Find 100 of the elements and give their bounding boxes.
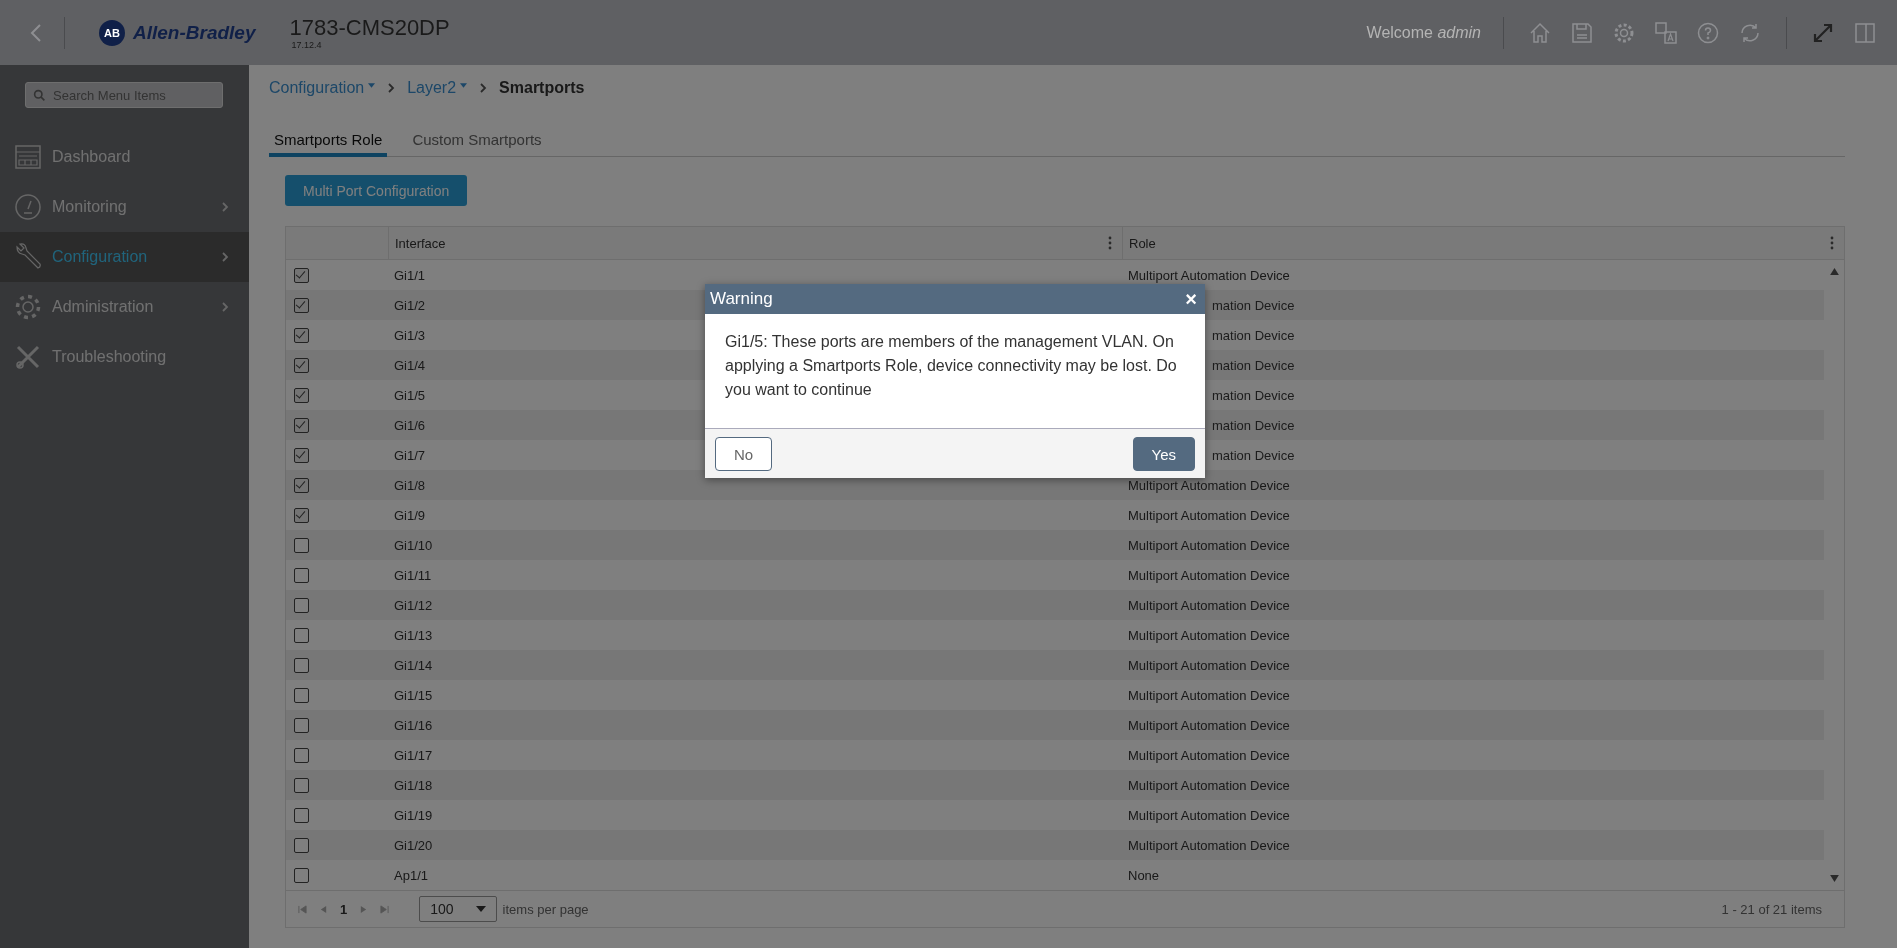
dashboard-icon <box>14 143 42 171</box>
back-icon[interactable] <box>30 22 42 43</box>
row-checkbox[interactable] <box>294 747 309 763</box>
table-cell: Gi1/4 <box>394 357 426 373</box>
table-cell: Multiport Automation Device <box>1128 627 1290 643</box>
row-checkbox[interactable] <box>294 597 309 613</box>
row-checkbox[interactable] <box>294 687 309 703</box>
chevron-icon <box>221 251 229 263</box>
table-cell: Gi1/11 <box>394 567 432 583</box>
welcome-text: Welcome admin <box>1366 23 1481 42</box>
table-cell: Gi1/8 <box>394 477 426 493</box>
row-checkbox[interactable] <box>294 777 309 793</box>
row-checkbox[interactable] <box>294 837 309 853</box>
row-checkbox[interactable] <box>294 417 309 433</box>
table-cell: Multiport Automation Device <box>1128 717 1290 733</box>
page-size-label: items per page <box>502 901 589 917</box>
table-cell: Gi1/19 <box>394 807 433 823</box>
table-cell: Multiport Automation Device <box>1128 537 1290 553</box>
table-cell: Gi1/15 <box>394 687 433 703</box>
tab[interactable]: Custom Smartports <box>407 125 547 157</box>
chevron-icon <box>387 82 396 94</box>
sidebar-item[interactable]: Configuration <box>0 232 249 282</box>
row-checkbox[interactable] <box>294 507 309 523</box>
table-cell: None <box>1128 867 1160 883</box>
row-checkbox[interactable] <box>294 867 309 883</box>
table-cell: Gi1/17 <box>394 747 433 763</box>
breadcrumb-link[interactable]: Layer2 <box>407 79 468 97</box>
table-cell: Gi1/18 <box>394 777 433 793</box>
confirm-button[interactable]: Yes <box>1132 437 1195 471</box>
table-cell: Gi1/10 <box>394 537 433 553</box>
page-number[interactable]: 1 <box>340 901 348 917</box>
page-size-dropdown[interactable]: 100 <box>419 896 497 922</box>
table-cell: Gi1/16 <box>394 717 433 733</box>
table-cell: Multiport Automation Device <box>1128 747 1290 763</box>
table-cell: Gi1/6 <box>394 417 426 433</box>
chevron-icon <box>221 201 229 213</box>
chevron-icon <box>221 301 229 313</box>
version-text: 17.12.4 <box>291 39 323 50</box>
row-checkbox[interactable] <box>294 717 309 733</box>
table-cell: Gi1/1 <box>394 267 426 283</box>
table-cell: Multiport Automation Device <box>1128 807 1290 823</box>
scroll-down-icon[interactable] <box>1829 875 1839 882</box>
table-cell: Gi1/13 <box>394 627 433 643</box>
multi-port-button[interactable]: Multi Port Configuration <box>285 175 468 206</box>
column-header: Role <box>1129 235 1156 251</box>
logo-mark: AB <box>99 19 125 46</box>
table-cell: Multiport Automation Device <box>1128 567 1290 583</box>
search-icon <box>33 89 46 102</box>
table-cell: Gi1/5 <box>394 387 426 403</box>
table-cell: Gi1/14 <box>394 657 433 673</box>
row-checkbox[interactable] <box>294 657 309 673</box>
table-cell: Gi1/3 <box>394 327 426 343</box>
table-cell: mation Device <box>1212 417 1295 433</box>
row-checkbox[interactable] <box>294 627 309 643</box>
table-cell: Multiport Automation Device <box>1128 657 1290 673</box>
table-cell: mation Device <box>1212 387 1295 403</box>
caret-icon <box>368 82 376 88</box>
row-checkbox[interactable] <box>294 807 309 823</box>
table-cell: Gi1/12 <box>394 597 433 613</box>
cancel-button[interactable]: No <box>715 437 773 471</box>
row-checkbox[interactable] <box>294 447 309 463</box>
caret-icon <box>475 906 486 912</box>
dialog-message: Gi1/5: These ports are members of the management VLAN. On applying a Smartports Role, device connectivity may be lost. Do you want to continue <box>725 332 1178 400</box>
breadcrumb-link[interactable]: Configuration <box>269 79 376 97</box>
table-cell: Gi1/20 <box>394 837 433 853</box>
kebab-menu-icon[interactable] <box>1830 236 1834 250</box>
chevron-icon <box>479 82 488 94</box>
table-cell: mation Device <box>1212 297 1295 313</box>
row-checkbox[interactable] <box>294 567 309 583</box>
row-checkbox[interactable] <box>294 327 309 343</box>
breadcrumb-current: Smartports <box>499 79 585 97</box>
table-cell: Multiport Automation Device <box>1128 477 1290 493</box>
caret-icon <box>460 82 468 88</box>
brand-name: Allen-Bradley <box>133 21 256 44</box>
row-checkbox[interactable] <box>294 477 309 493</box>
row-checkbox[interactable] <box>294 537 309 553</box>
row-checkbox[interactable] <box>294 387 309 403</box>
row-checkbox[interactable] <box>294 267 309 283</box>
device-name: 1783-CMS20DP <box>289 15 450 40</box>
tab[interactable]: Smartports Role <box>269 125 388 157</box>
table-cell: Multiport Automation Device <box>1128 267 1290 283</box>
tools-icon <box>14 343 42 371</box>
wrench-icon <box>14 243 42 271</box>
row-checkbox[interactable] <box>294 297 309 313</box>
scroll-up-icon[interactable] <box>1829 268 1839 275</box>
gauge-icon <box>14 193 42 221</box>
home-icon[interactable] <box>1528 20 1552 45</box>
column-header: Interface <box>395 235 446 251</box>
kebab-menu-icon[interactable] <box>1108 236 1112 250</box>
table-cell: Gi1/2 <box>394 297 426 313</box>
dialog-title: Warning <box>710 289 773 309</box>
table-cell: Multiport Automation Device <box>1128 687 1290 703</box>
gear-icon <box>14 293 42 321</box>
close-button[interactable]: × <box>1182 289 1200 309</box>
table-cell: mation Device <box>1212 327 1295 343</box>
table-cell: Ap1/1 <box>394 867 428 883</box>
table-cell: mation Device <box>1212 447 1295 463</box>
table-cell: Gi1/9 <box>394 507 426 523</box>
help-icon[interactable] <box>1696 20 1720 45</box>
row-checkbox[interactable] <box>294 357 309 373</box>
